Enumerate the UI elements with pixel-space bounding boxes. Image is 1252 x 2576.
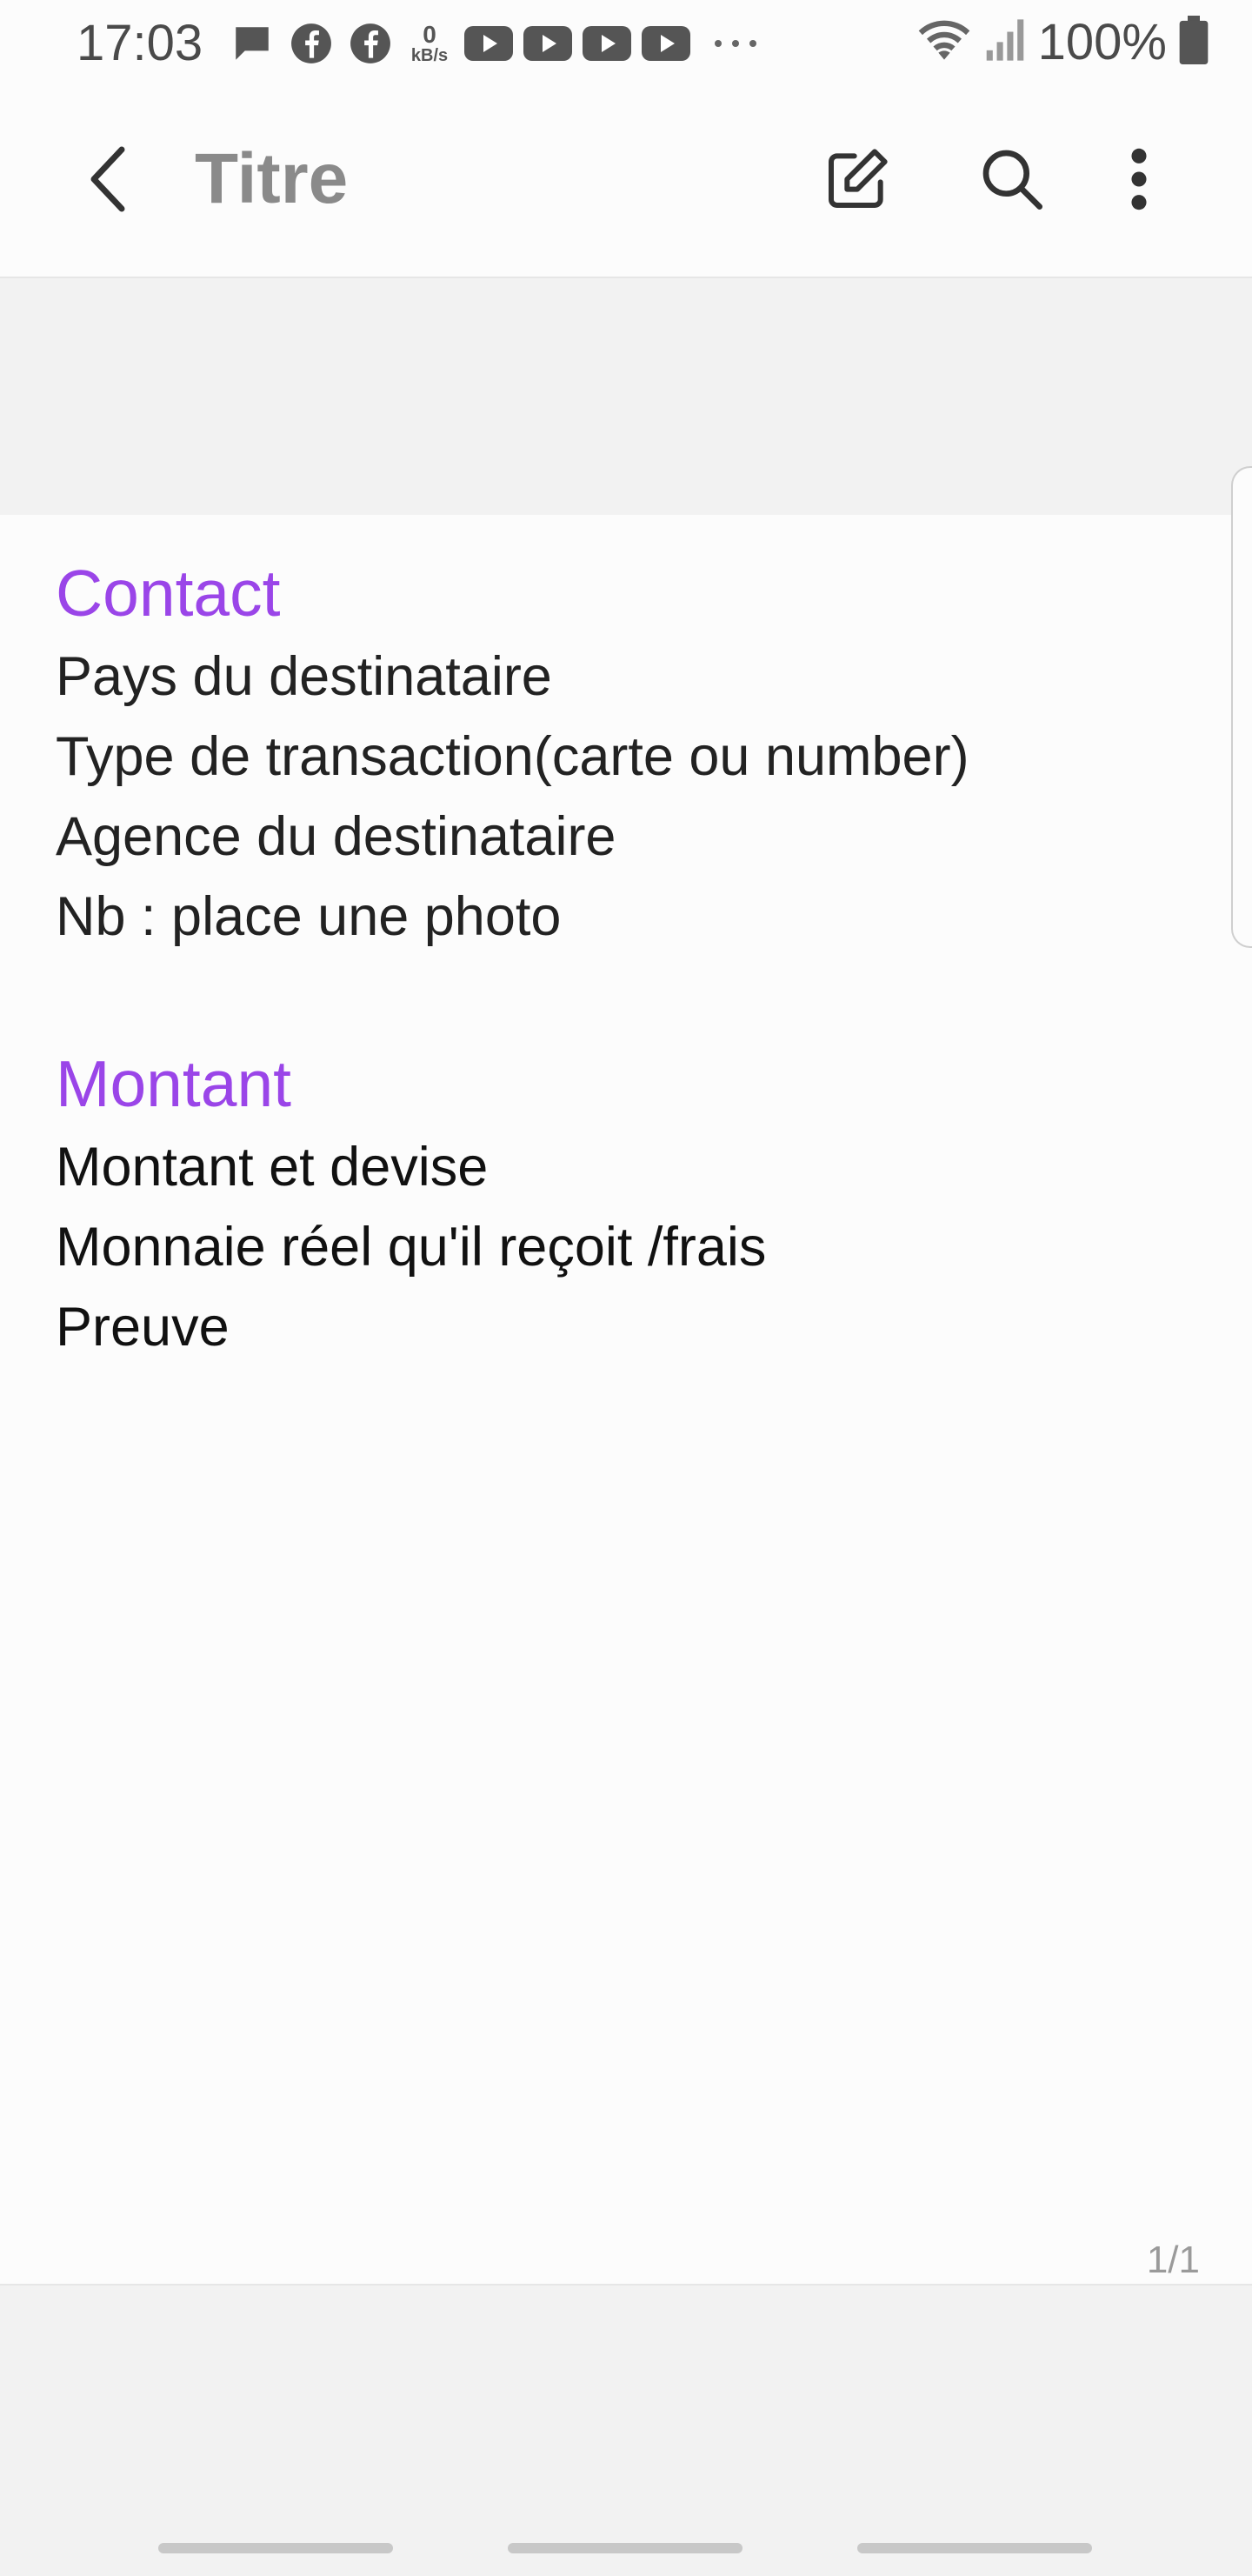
system-icons: 100%	[916, 14, 1209, 70]
app-bar: Titre	[0, 87, 1252, 278]
section-heading: Contact	[56, 557, 281, 630]
more-dots-icon	[701, 19, 770, 68]
more-options-button[interactable]	[1099, 139, 1179, 219]
nav-back-button[interactable]	[857, 2543, 1092, 2553]
section-heading: Montant	[56, 1047, 291, 1120]
youtube-icon	[583, 19, 631, 68]
network-speed-icon: 0 kB/s	[405, 19, 454, 68]
edit-icon	[829, 149, 888, 208]
note-section-montant: Montant Montant et devise Monnaie réel q…	[56, 1040, 1186, 1367]
note-line: Agence du destinataire	[56, 806, 616, 867]
status-bar: 17:03 0 kB/s 100%	[0, 0, 1252, 87]
back-button[interactable]	[70, 139, 150, 219]
battery-icon	[1179, 15, 1209, 69]
signal-icon	[984, 17, 1026, 67]
message-icon	[228, 19, 276, 68]
note-line: Montant et devise	[56, 1137, 489, 1198]
nav-recent-button[interactable]	[158, 2543, 393, 2553]
search-button[interactable]	[972, 139, 1052, 219]
youtube-icon	[642, 19, 690, 68]
note-line: Preuve	[56, 1297, 230, 1358]
facebook-icon	[287, 19, 336, 68]
status-time: 17:03	[77, 15, 203, 71]
page-indicator: 1/1	[1146, 2239, 1200, 2281]
battery-percent: 100%	[1037, 13, 1167, 70]
note-line: Monnaie réel qu'il reçoit /frais	[56, 1217, 767, 1278]
note-line: Nb : place une photo	[56, 886, 562, 947]
more-vert-icon	[1131, 148, 1147, 210]
wifi-icon	[916, 16, 972, 69]
network-speed-value: 0	[423, 21, 436, 48]
nav-home-button[interactable]	[508, 2543, 743, 2553]
note-content[interactable]: Contact Pays du destinataire Type de tra…	[0, 515, 1252, 2284]
notification-icons: 0 kB/s	[228, 17, 770, 70]
header-spacer	[0, 278, 1252, 515]
back-icon	[90, 146, 125, 212]
bottom-panel	[0, 2284, 1252, 2576]
note-section-contact: Contact Pays du destinataire Type de tra…	[56, 550, 1186, 957]
note-line: Type de transaction(carte ou number)	[56, 726, 969, 787]
note-line: Pays du destinataire	[56, 646, 552, 707]
search-icon	[982, 150, 1042, 210]
youtube-icon	[523, 19, 572, 68]
facebook-icon	[346, 19, 395, 68]
youtube-icon	[464, 19, 513, 68]
network-speed-unit: kB/s	[410, 46, 449, 65]
side-panel-handle[interactable]	[1231, 466, 1252, 948]
note-title[interactable]: Titre	[195, 139, 348, 219]
edit-button[interactable]	[817, 139, 897, 219]
